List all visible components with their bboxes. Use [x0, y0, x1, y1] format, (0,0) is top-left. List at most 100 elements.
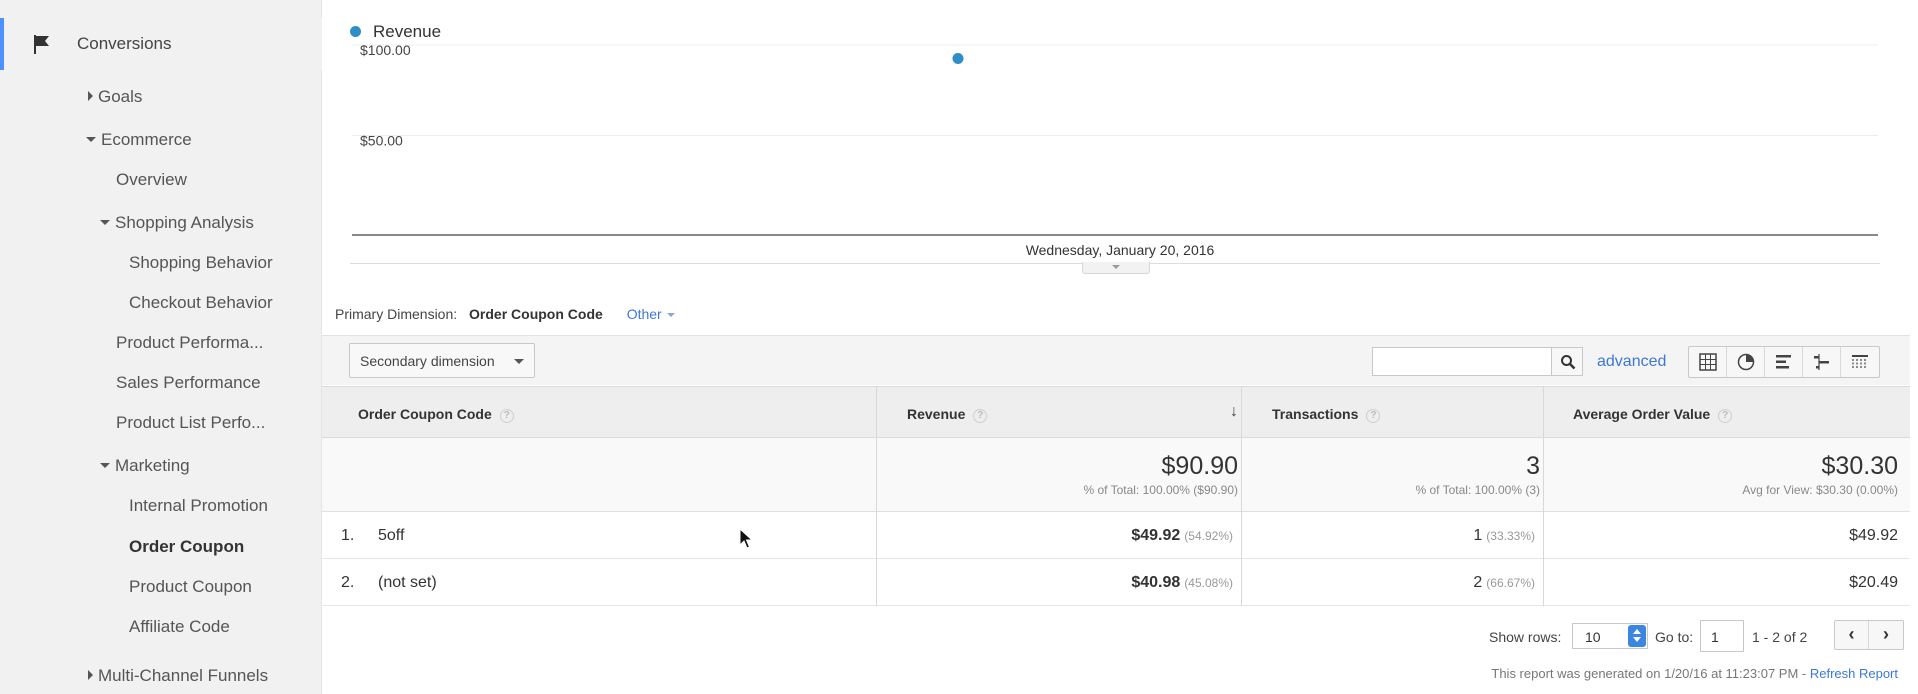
performance-view-button[interactable]: [1765, 347, 1803, 377]
table-header: Order Coupon Code? Revenue? ↓ Transactio…: [322, 386, 1910, 438]
row-transactions-value: 1: [1473, 527, 1483, 544]
caret-down-icon: [100, 220, 110, 225]
search-button[interactable]: [1551, 347, 1583, 376]
row-number: 2.: [341, 574, 355, 591]
y-tick-label: $100.00: [360, 42, 411, 58]
row-coupon-code[interactable]: (not set): [378, 574, 437, 592]
comparison-view-button[interactable]: [1803, 347, 1841, 377]
legend-dot-icon: [350, 26, 361, 37]
revenue-data-point[interactable]: [952, 52, 964, 64]
sidebar-item-label: Overview: [116, 170, 187, 189]
secondary-dimension-label: Secondary dimension: [360, 353, 495, 369]
sidebar-item-product-list-performance[interactable]: Product List Perfo...: [116, 413, 265, 433]
table-view-icon: [1699, 353, 1717, 371]
sidebar-item-shopping-analysis[interactable]: Shopping Analysis: [100, 213, 254, 233]
primary-dimension-other[interactable]: Other: [627, 306, 675, 322]
goto-label: Go to:: [1655, 629, 1694, 645]
sidebar-item-checkout-behavior[interactable]: Checkout Behavior: [129, 293, 273, 313]
pie-view-icon: [1737, 353, 1755, 371]
report-generated-note: This report was generated on 1/20/16 at …: [1491, 666, 1898, 681]
primary-dimension-value[interactable]: Order Coupon Code: [469, 306, 603, 322]
row-transactions: 2 (66.67%): [1473, 574, 1535, 592]
revenue-chart[interactable]: $100.00 $50.00: [322, 40, 1918, 240]
column-header-average-order-value[interactable]: Average Order Value?: [1552, 387, 1733, 438]
chevron-left-icon: ‹: [1848, 624, 1855, 644]
sidebar-item-affiliate-code[interactable]: Affiliate Code: [129, 617, 230, 637]
row-aov: $49.92: [1849, 527, 1898, 544]
sidebar-item-label: Internal Promotion: [129, 496, 268, 515]
sidebar-item-shopping-behavior[interactable]: Shopping Behavior: [129, 253, 273, 273]
sidebar-item-overview[interactable]: Overview: [116, 170, 187, 190]
column-label: Revenue: [907, 406, 966, 422]
total-aov-sub: Avg for View: $30.30 (0.00%): [1742, 483, 1898, 497]
chevron-right-icon: ›: [1883, 624, 1889, 644]
row-transactions: 1 (33.33%): [1473, 527, 1535, 545]
column-divider: [1241, 386, 1242, 606]
total-transactions-value: 3: [1526, 452, 1540, 480]
help-icon[interactable]: ?: [973, 409, 988, 423]
chart-x-label: Wednesday, January 20, 2016: [1025, 242, 1215, 258]
total-revenue-value: $90.90: [1161, 452, 1238, 480]
secondary-dimension-dropdown[interactable]: Secondary dimension: [349, 343, 535, 378]
row-revenue: $49.92 (54.92%): [1131, 527, 1233, 545]
row-transactions-value: 2: [1473, 574, 1483, 591]
sidebar-item-label: Product List Perfo...: [116, 413, 266, 432]
caret-down-icon: [514, 359, 524, 364]
sidebar-item-marketing[interactable]: Marketing: [100, 456, 190, 476]
sidebar-item-label: Affiliate Code: [129, 617, 230, 636]
row-revenue-pct: (45.08%): [1184, 576, 1233, 590]
next-page-button[interactable]: ›: [1869, 621, 1903, 649]
total-revenue-sub: % of Total: 100.00% ($90.90): [1083, 483, 1238, 497]
column-header-order-coupon-code[interactable]: Order Coupon Code?: [358, 387, 514, 438]
sidebar-item-product-performance[interactable]: Product Performa...: [116, 333, 263, 353]
show-rows-value: 10: [1585, 629, 1601, 645]
primary-dimension-label: Primary Dimension:: [335, 306, 458, 322]
generated-text: This report was generated on 1/20/16 at …: [1491, 666, 1810, 681]
comparison-view-icon: [1814, 354, 1829, 370]
show-rows-select[interactable]: 10: [1572, 623, 1648, 649]
table-view-button[interactable]: [1689, 347, 1727, 377]
primary-dimension-bar: Primary Dimension: Order Coupon Code Oth…: [335, 306, 675, 322]
sidebar-item-multi-channel-funnels[interactable]: Multi-Channel Funnels: [88, 666, 268, 686]
pie-view-button[interactable]: [1727, 347, 1765, 377]
goto-value: 1: [1711, 629, 1719, 645]
flag-icon: [34, 35, 49, 54]
sidebar-item-ecommerce[interactable]: Ecommerce: [86, 130, 192, 150]
goto-page-input[interactable]: 1: [1700, 620, 1744, 652]
mouse-cursor-icon: [739, 528, 753, 549]
sidebar-section-conversions[interactable]: Conversions: [0, 18, 322, 70]
advanced-filter-link[interactable]: advanced: [1597, 353, 1666, 371]
caret-down-icon: [86, 137, 96, 142]
table-search-input[interactable]: [1372, 347, 1552, 376]
caret-right-icon: [88, 91, 93, 101]
sidebar-item-order-coupon[interactable]: Order Coupon: [129, 537, 244, 557]
table-row: 2. (not set) $40.98 (45.08%) 2 (66.67%) $2…: [322, 560, 1910, 606]
sidebar-item-label: Order Coupon: [129, 537, 245, 556]
column-header-revenue[interactable]: Revenue? ↓: [885, 387, 1250, 438]
chart-collapse-handle[interactable]: [1082, 262, 1150, 274]
y-tick-label: $50.00: [360, 133, 403, 149]
refresh-report-link[interactable]: Refresh Report: [1810, 666, 1898, 681]
sidebar-item-internal-promotion[interactable]: Internal Promotion: [129, 496, 268, 516]
help-icon[interactable]: ?: [1718, 409, 1733, 423]
prev-page-button[interactable]: ‹: [1835, 621, 1869, 649]
help-icon[interactable]: ?: [499, 409, 514, 423]
sidebar: Conversions Goals Ecommerce Overview Sho…: [0, 0, 322, 694]
row-coupon-code[interactable]: 5off: [378, 527, 404, 545]
chart-legend[interactable]: Revenue: [350, 22, 441, 42]
table-row: 1. 5off $49.92 (54.92%) 1 (33.33%) $49.92: [322, 513, 1910, 559]
spinner-icon[interactable]: [1628, 625, 1646, 647]
sidebar-item-sales-performance[interactable]: Sales Performance: [116, 373, 261, 393]
sidebar-item-goals[interactable]: Goals: [88, 87, 142, 107]
help-icon[interactable]: ?: [1366, 409, 1381, 423]
row-aov: $20.49: [1849, 574, 1898, 591]
sidebar-item-label: Ecommerce: [101, 130, 192, 149]
sidebar-section-label: Conversions: [77, 34, 172, 53]
caret-down-icon: [666, 313, 675, 317]
column-label: Order Coupon Code: [358, 406, 492, 422]
column-header-transactions[interactable]: Transactions?: [1250, 387, 1381, 438]
row-revenue-pct: (54.92%): [1184, 529, 1233, 543]
caret-right-icon: [88, 670, 93, 680]
pivot-view-button[interactable]: [1841, 347, 1879, 377]
sidebar-item-product-coupon[interactable]: Product Coupon: [129, 577, 252, 597]
